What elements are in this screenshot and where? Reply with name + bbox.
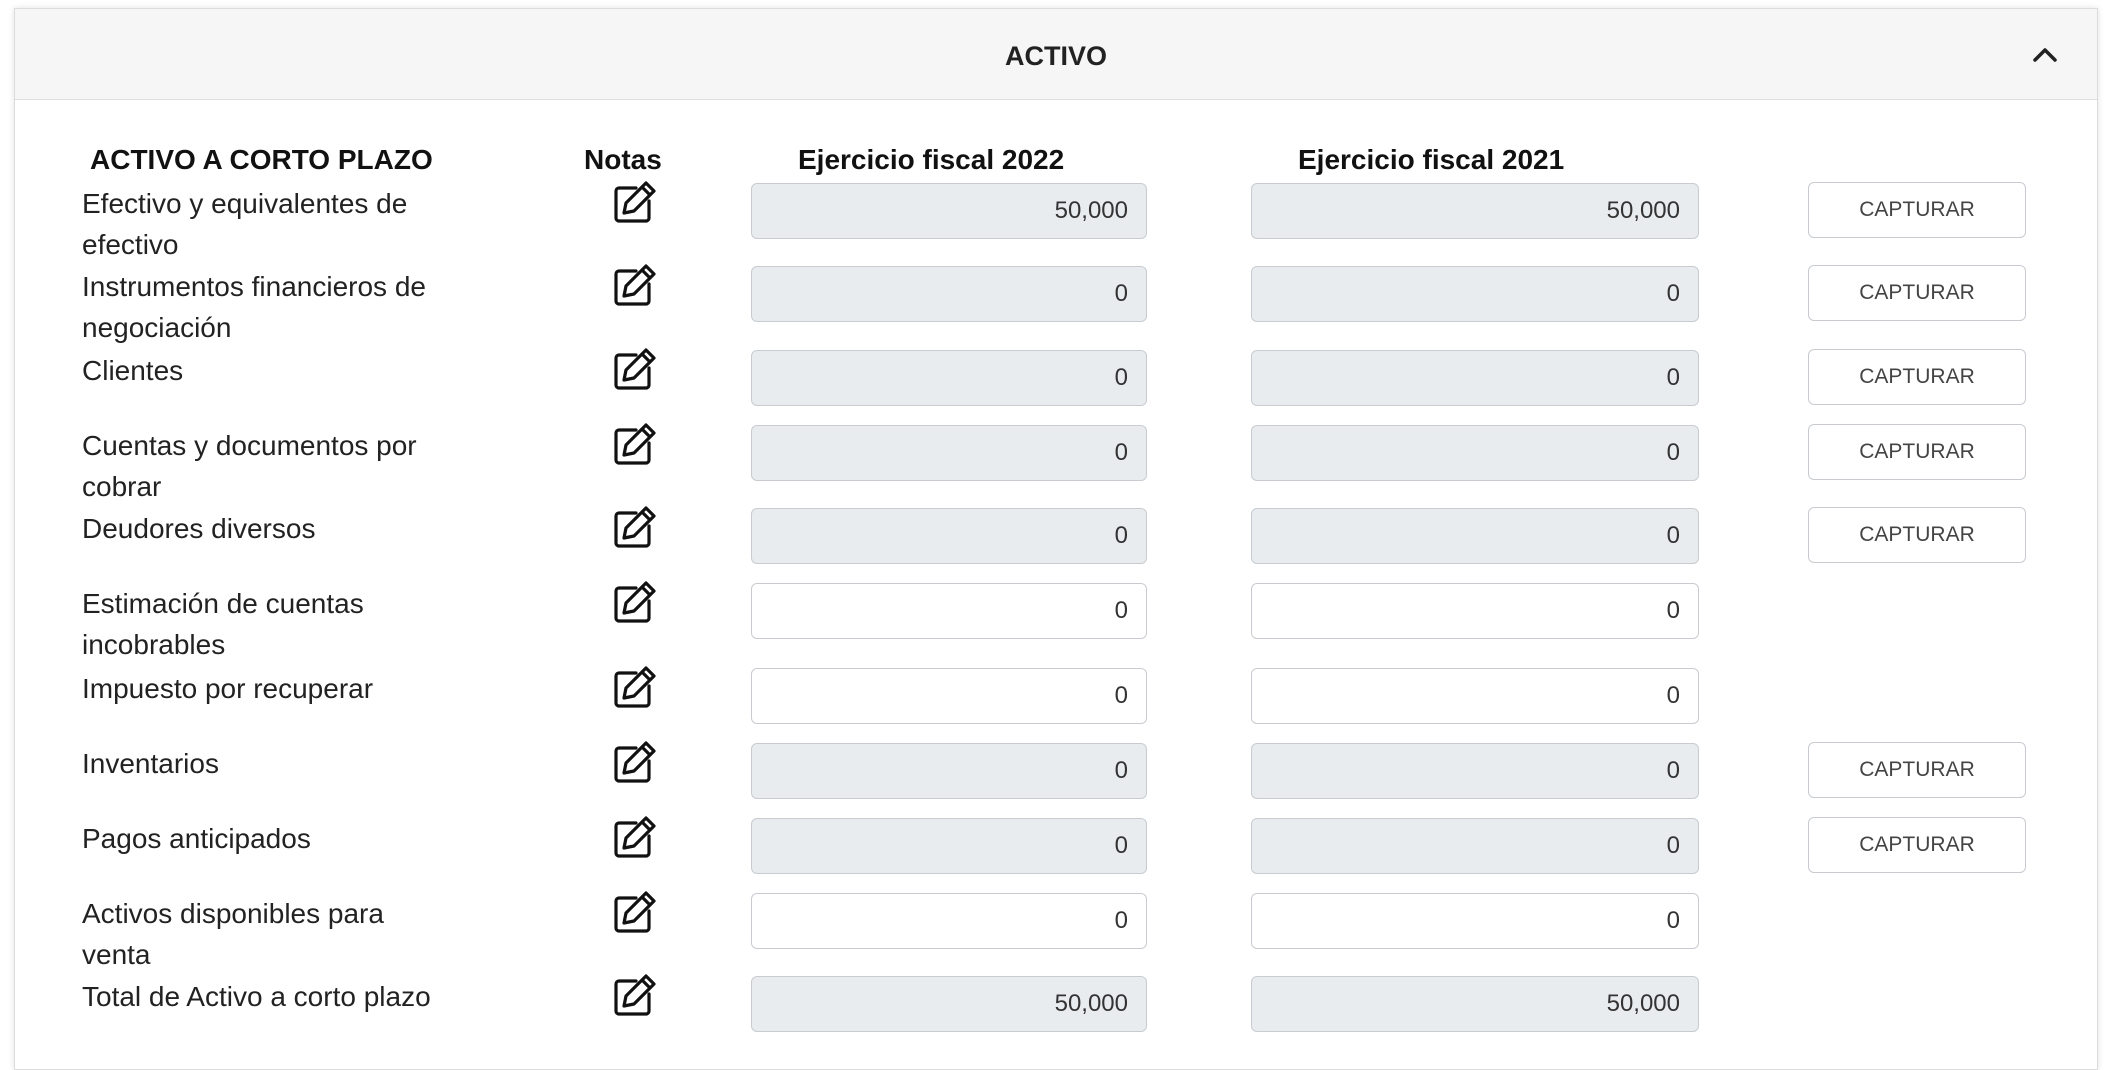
fy2021-amount-input[interactable] xyxy=(1251,425,1699,481)
fy2022-column-header: Ejercicio fiscal 2022 xyxy=(798,144,1065,175)
fy2021-column-header: Ejercicio fiscal 2021 xyxy=(1298,144,1565,175)
edit-note-icon[interactable] xyxy=(610,262,658,310)
fy2021-amount-input[interactable] xyxy=(1251,583,1699,639)
row-label: Inventarios xyxy=(82,748,219,779)
edit-note-icon[interactable] xyxy=(610,179,658,227)
panel-title: ACTIVO xyxy=(1004,41,1107,71)
capture-button[interactable]: CAPTURAR xyxy=(1808,265,2026,321)
row-label: Deudores diversos xyxy=(82,513,316,544)
edit-note-icon[interactable] xyxy=(610,739,658,787)
row-label: Clientes xyxy=(82,355,184,386)
fy2021-amount-input[interactable] xyxy=(1251,743,1699,799)
fy2022-amount-input[interactable] xyxy=(751,350,1147,406)
row-label: Pagos anticipados xyxy=(82,823,311,854)
fy2021-amount-input[interactable] xyxy=(1251,266,1699,322)
fy2021-amount-input[interactable] xyxy=(1251,183,1699,239)
row-label: Instrumentos financieros de negociación xyxy=(82,271,426,343)
notes-column-header: Notas xyxy=(584,144,662,175)
edit-note-icon[interactable] xyxy=(610,421,658,469)
fy2022-amount-input[interactable] xyxy=(751,668,1147,724)
row-label: Efectivo y equivalentes de efectivo xyxy=(82,188,408,260)
fy2022-amount-input[interactable] xyxy=(751,818,1147,874)
edit-note-icon[interactable] xyxy=(610,664,658,712)
fy2021-amount-input[interactable] xyxy=(1251,668,1699,724)
section-heading: ACTIVO A CORTO PLAZO xyxy=(90,144,433,175)
fy2021-amount-input[interactable] xyxy=(1251,818,1699,874)
fy2022-amount-input[interactable] xyxy=(751,976,1147,1032)
fy2021-amount-input[interactable] xyxy=(1251,508,1699,564)
capture-button[interactable]: CAPTURAR xyxy=(1808,507,2026,563)
row-label: Activos disponibles para venta xyxy=(82,898,384,970)
row-label: Cuentas y documentos por cobrar xyxy=(82,430,417,502)
edit-note-icon[interactable] xyxy=(610,972,658,1020)
fy2022-amount-input[interactable] xyxy=(751,266,1147,322)
fy2021-amount-input[interactable] xyxy=(1251,893,1699,949)
capture-button[interactable]: CAPTURAR xyxy=(1808,817,2026,873)
fy2022-amount-input[interactable] xyxy=(751,508,1147,564)
capture-button[interactable]: CAPTURAR xyxy=(1808,742,2026,798)
capture-button[interactable]: CAPTURAR xyxy=(1808,182,2026,238)
row-label: Total de Activo a corto plazo xyxy=(82,981,431,1012)
chevron-up-icon[interactable] xyxy=(2027,37,2063,73)
edit-note-icon[interactable] xyxy=(610,346,658,394)
fy2021-amount-input[interactable] xyxy=(1251,976,1699,1032)
edit-note-icon[interactable] xyxy=(610,889,658,937)
fy2022-amount-input[interactable] xyxy=(751,583,1147,639)
fy2022-amount-input[interactable] xyxy=(751,893,1147,949)
edit-note-icon[interactable] xyxy=(610,579,658,627)
edit-note-icon[interactable] xyxy=(610,504,658,552)
row-label: Impuesto por recuperar xyxy=(82,673,374,704)
capture-button[interactable]: CAPTURAR xyxy=(1808,424,2026,480)
capture-button[interactable]: CAPTURAR xyxy=(1808,349,2026,405)
panel-header[interactable]: ACTIVO xyxy=(15,9,2097,100)
fy2022-amount-input[interactable] xyxy=(751,183,1147,239)
edit-note-icon[interactable] xyxy=(610,814,658,862)
fy2022-amount-input[interactable] xyxy=(751,743,1147,799)
row-label: Estimación de cuentas incobrables xyxy=(82,588,364,660)
fy2021-amount-input[interactable] xyxy=(1251,350,1699,406)
fy2022-amount-input[interactable] xyxy=(751,425,1147,481)
